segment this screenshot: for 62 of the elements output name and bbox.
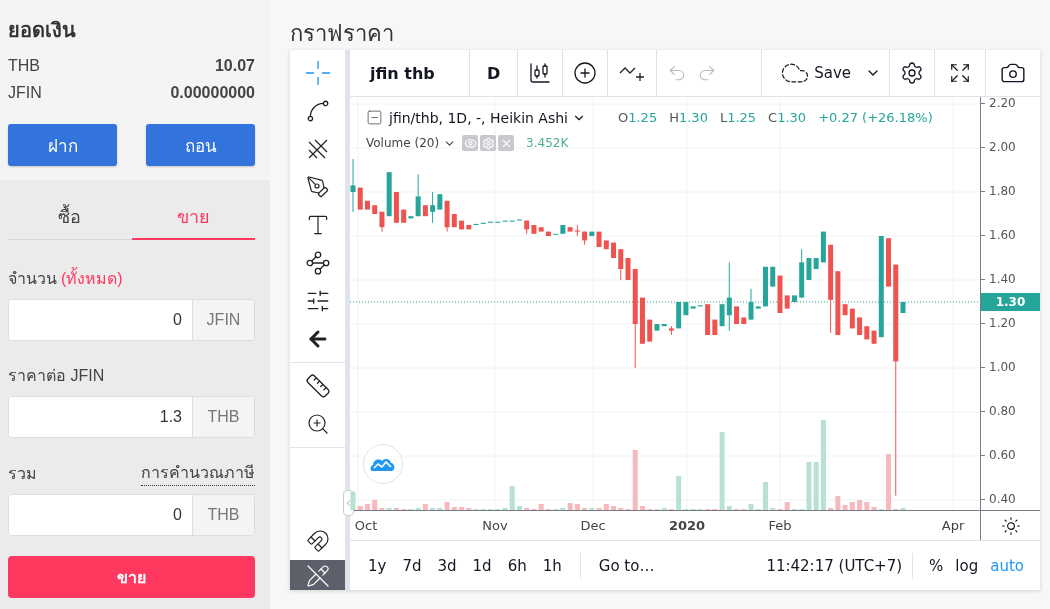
save-button[interactable]: Save (780, 58, 881, 88)
price-tick: 1.80 (980, 184, 1016, 198)
currency-label: THB (8, 56, 40, 76)
ohlc-value: 1.25 (628, 110, 658, 125)
input-field[interactable]: 0 THB (8, 494, 255, 536)
withdraw-button[interactable]: ถอน (146, 124, 255, 166)
scale-option[interactable]: log (949, 556, 985, 575)
field-label: จำนวน (8, 269, 57, 289)
interval-button[interactable]: D (487, 63, 501, 83)
trade-tab[interactable]: ซื้อ (8, 194, 132, 240)
price-tick: 1.60 (980, 228, 1016, 242)
tax-calculation-link[interactable]: การคำนวณภาษี (141, 460, 255, 486)
scale-option[interactable]: % (923, 556, 950, 575)
price-tick: 0.60 (980, 448, 1016, 462)
ohlc-value: 1.30 (777, 110, 807, 125)
price-tick: 0.40 (980, 492, 1016, 506)
price-tick: 0.80 (980, 404, 1016, 418)
range-button[interactable]: 6h (499, 556, 535, 575)
deposit-button[interactable]: ฝาก (8, 124, 117, 166)
ohlc-label: C (768, 110, 778, 125)
price-tick: 1.00 (980, 360, 1016, 374)
field-label: รวม (8, 464, 37, 484)
series-title[interactable]: jfin/thb, 1D, -, Heikin Ashi (389, 109, 586, 126)
time-tick: Feb (768, 518, 792, 533)
ohlc-label: L (719, 110, 728, 125)
clock: 11:42:17 (UTC+7) (766, 556, 903, 575)
unit-label: JFIN (192, 300, 254, 340)
sell-button[interactable]: ขาย (8, 556, 255, 598)
range-button[interactable]: 1h (534, 556, 570, 575)
unit-label: THB (192, 495, 254, 535)
range-button[interactable]: 1d (464, 556, 500, 575)
time-tick: 2020 (668, 518, 706, 533)
balance-amount: 0.00000000 (170, 83, 255, 103)
range-button[interactable]: 7d (394, 556, 430, 575)
time-tick: Nov (482, 518, 508, 533)
price-change: +0.27 (+26.18%) (818, 110, 933, 125)
chart-title: กราฟราคา (290, 20, 395, 48)
field-label: ราคาต่อ JFIN (8, 366, 105, 386)
last-price-badge: 1.30 (981, 293, 1040, 311)
balance-title: ยอดเงิน (8, 18, 77, 43)
price-tick: 1.20 (980, 316, 1016, 330)
price-tick: 2.20 (980, 96, 1016, 110)
volume-value: 3.452K (526, 136, 569, 150)
time-tick: Apr (941, 518, 965, 533)
input-field[interactable]: 1.3 THB (8, 396, 255, 438)
price-tick: 1.40 (980, 272, 1016, 286)
currency-label: JFIN (8, 83, 42, 103)
input-field[interactable]: 0 JFIN (8, 299, 255, 341)
range-button[interactable]: 1y (360, 556, 395, 575)
unit-label: THB (192, 397, 254, 437)
goto-button[interactable]: Go to… (590, 556, 663, 575)
time-tick: Oct (354, 518, 378, 533)
symbol-button[interactable]: jfin thb (370, 63, 435, 83)
ohlc-value: 1.30 (678, 110, 708, 125)
ohlc-value: 1.25 (727, 110, 757, 125)
ohlc-label: O (618, 110, 629, 125)
volume-title[interactable]: Volume (20) (366, 136, 457, 150)
ohlc-label: H (669, 110, 679, 125)
balance-amount: 10.07 (214, 56, 255, 76)
price-tick: 2.00 (980, 140, 1016, 154)
time-tick: Dec (580, 518, 606, 533)
range-button[interactable]: 3d (429, 556, 465, 575)
